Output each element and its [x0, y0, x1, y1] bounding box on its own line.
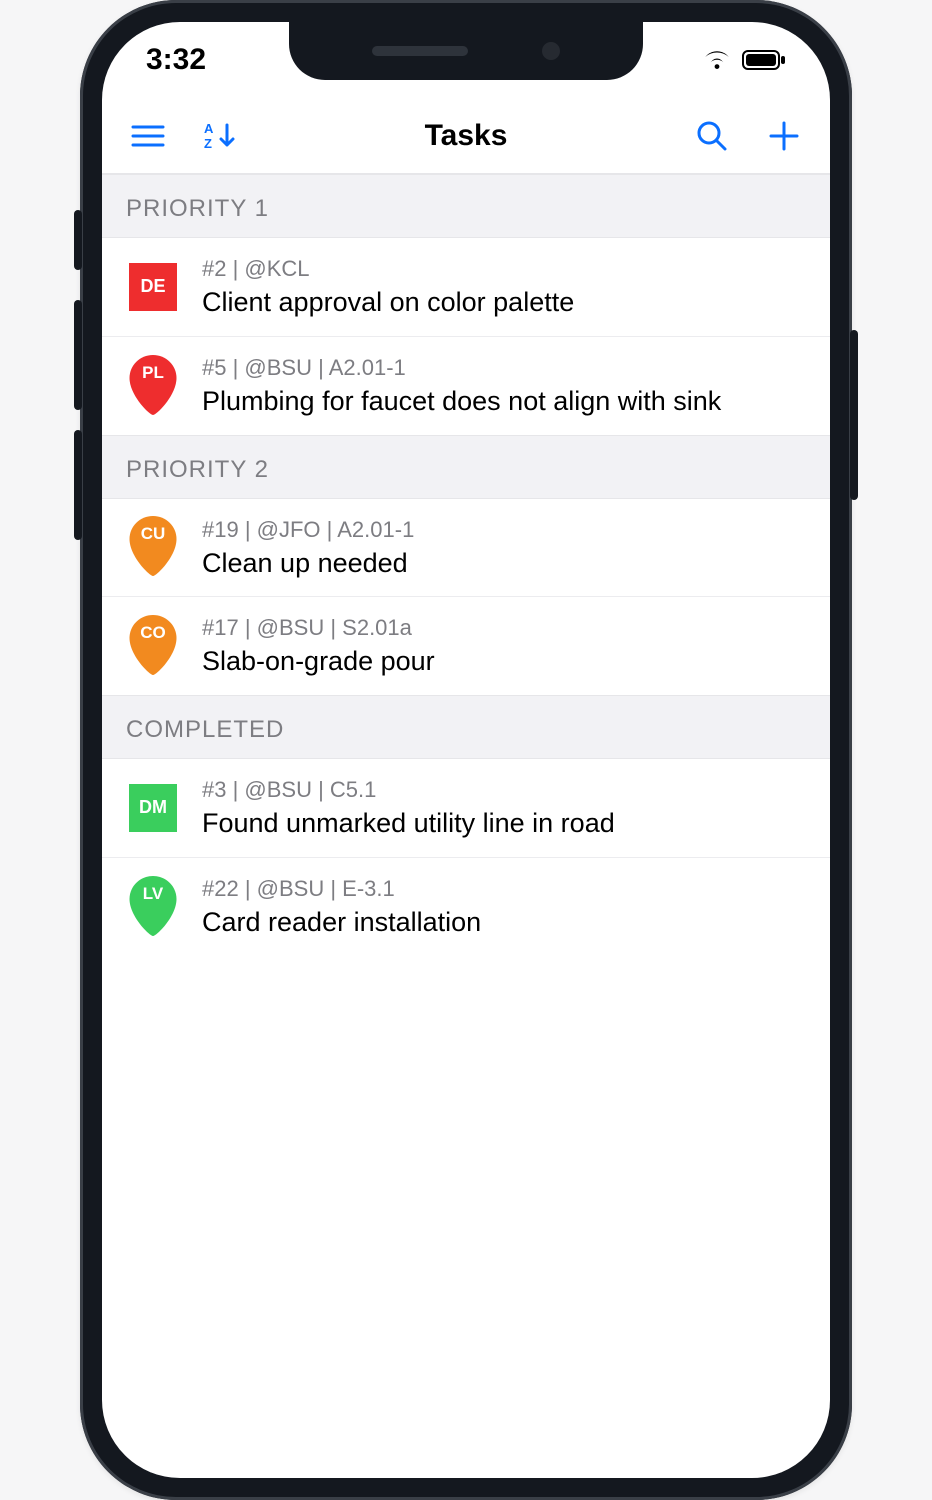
task-row[interactable]: CO #17 | @BSU | S2.01a Slab-on-grade pour — [102, 596, 830, 695]
task-title: Client approval on color palette — [202, 286, 806, 320]
task-title: Found unmarked utility line in road — [202, 807, 806, 841]
task-pin-icon: LV — [128, 876, 178, 938]
svg-text:Z: Z — [204, 136, 212, 151]
task-meta: #5 | @BSU | A2.01-1 — [202, 355, 806, 381]
menu-button[interactable] — [126, 114, 170, 158]
task-meta: #3 | @BSU | C5.1 — [202, 777, 806, 803]
search-button[interactable] — [690, 114, 734, 158]
section-header: PRIORITY 2 — [102, 435, 830, 499]
page-title: Tasks — [425, 119, 508, 153]
status-time: 3:32 — [146, 43, 206, 77]
task-row[interactable]: LV #22 | @BSU | E-3.1 Card reader installa… — [102, 857, 830, 956]
task-badge: DM — [129, 784, 177, 832]
task-row[interactable]: DE #2 | @KCL Client approval on color pale… — [102, 238, 830, 336]
task-row[interactable]: DM #3 | @BSU | C5.1 Found unmarked utility… — [102, 759, 830, 857]
task-pin-icon: CO — [128, 615, 178, 677]
task-meta: #19 | @JFO | A2.01-1 — [202, 517, 806, 543]
task-row[interactable]: PL #5 | @BSU | A2.01-1 Plumbing for faucet… — [102, 336, 830, 435]
task-list: PRIORITY 1 DE #2 | @KCL Client approval on … — [102, 174, 830, 956]
task-title: Plumbing for faucet does not align with … — [202, 385, 806, 419]
task-title: Slab-on-grade pour — [202, 645, 806, 679]
wifi-icon — [702, 49, 732, 71]
add-button[interactable] — [762, 114, 806, 158]
notch — [289, 22, 643, 80]
task-row[interactable]: CU #19 | @JFO | A2.01-1 Clean up needed — [102, 499, 830, 597]
task-badge: DE — [129, 263, 177, 311]
svg-text:A: A — [204, 121, 214, 136]
task-meta: #2 | @KCL — [202, 256, 806, 282]
task-meta: #22 | @BSU | E-3.1 — [202, 876, 806, 902]
phone-frame: 3:32 A Z Tasks — [80, 0, 852, 1500]
task-pin-icon: CU — [128, 516, 178, 578]
section-header: PRIORITY 1 — [102, 174, 830, 238]
sort-button[interactable]: A Z — [198, 114, 242, 158]
battery-icon — [742, 49, 786, 71]
task-pin-icon: PL — [128, 355, 178, 417]
task-meta: #17 | @BSU | S2.01a — [202, 615, 806, 641]
section-header: COMPLETED — [102, 695, 830, 759]
nav-bar: A Z Tasks — [102, 98, 830, 174]
task-title: Clean up needed — [202, 547, 806, 581]
screen: 3:32 A Z Tasks — [102, 22, 830, 1478]
task-title: Card reader installation — [202, 906, 806, 940]
